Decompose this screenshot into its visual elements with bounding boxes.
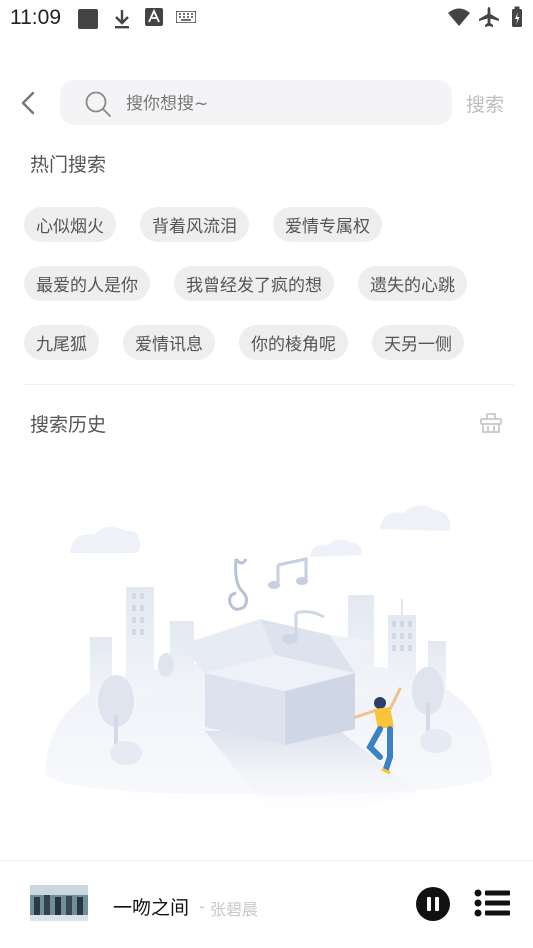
hot-search-tag[interactable]: 爱情专属权 <box>273 207 382 242</box>
search-input[interactable] <box>124 80 428 127</box>
album-cover-image <box>30 885 88 921</box>
hot-search-tag[interactable]: 背着风流泪 <box>140 207 249 242</box>
font-app-icon <box>145 8 163 26</box>
cloud <box>70 526 140 553</box>
mini-player[interactable]: 一吻之间 - 张碧晨 <box>0 860 533 948</box>
hot-search-tag[interactable]: 天另一侧 <box>372 325 464 360</box>
title-artist-separator: - <box>199 897 205 916</box>
hot-search-tag[interactable]: 我曾经发了疯的想 <box>174 266 334 301</box>
status-bar: 11:09 <box>0 0 533 36</box>
wifi-icon <box>448 8 470 26</box>
hot-search-tag[interactable]: 心似烟火 <box>24 207 116 242</box>
song-title: 一吻之间 <box>113 897 190 919</box>
hot-search-tag[interactable]: 九尾狐 <box>24 325 99 360</box>
search-icon <box>85 91 111 117</box>
album-cover[interactable] <box>30 885 88 921</box>
status-time: 11:09 <box>10 6 61 29</box>
search-box[interactable] <box>60 80 452 127</box>
artist-name: 张碧晨 <box>210 900 259 919</box>
clear-history-icon[interactable] <box>478 410 504 436</box>
search-history-title: 搜索历史 <box>30 414 107 436</box>
hot-search-tag[interactable]: 你的棱角呢 <box>239 325 348 360</box>
keyboard-icon <box>176 11 196 23</box>
tag-row: 心似烟火 背着风流泪 爱情专属权 <box>24 207 514 243</box>
search-button[interactable]: 搜索 <box>466 90 504 117</box>
battery-charging-icon <box>512 6 522 27</box>
empty-history-illustration <box>45 505 492 825</box>
hot-search-title: 热门搜索 <box>30 154 107 176</box>
cloud <box>380 505 450 531</box>
hot-search-tags: 心似烟火 背着风流泪 爱情专属权 最爱的人是你 我曾经发了疯的想 遗失的心跳 九… <box>24 207 514 384</box>
airplane-mode-icon <box>479 7 499 27</box>
hot-search-tag[interactable]: 最爱的人是你 <box>24 266 150 301</box>
tag-row: 最爱的人是你 我曾经发了疯的想 遗失的心跳 <box>24 266 514 302</box>
cloud <box>310 539 362 557</box>
playlist-icon[interactable] <box>474 889 510 917</box>
search-bar: 搜索 <box>0 80 533 127</box>
download-icon <box>115 10 129 29</box>
tag-row: 九尾狐 爱情讯息 你的棱角呢 天另一侧 <box>24 325 514 361</box>
hot-search-tag[interactable]: 爱情讯息 <box>123 325 215 360</box>
notification-square-icon <box>78 9 98 29</box>
pause-icon[interactable] <box>416 887 450 921</box>
section-divider <box>24 384 514 385</box>
hot-search-tag[interactable]: 遗失的心跳 <box>358 266 467 301</box>
back-arrow-icon[interactable] <box>16 88 40 118</box>
